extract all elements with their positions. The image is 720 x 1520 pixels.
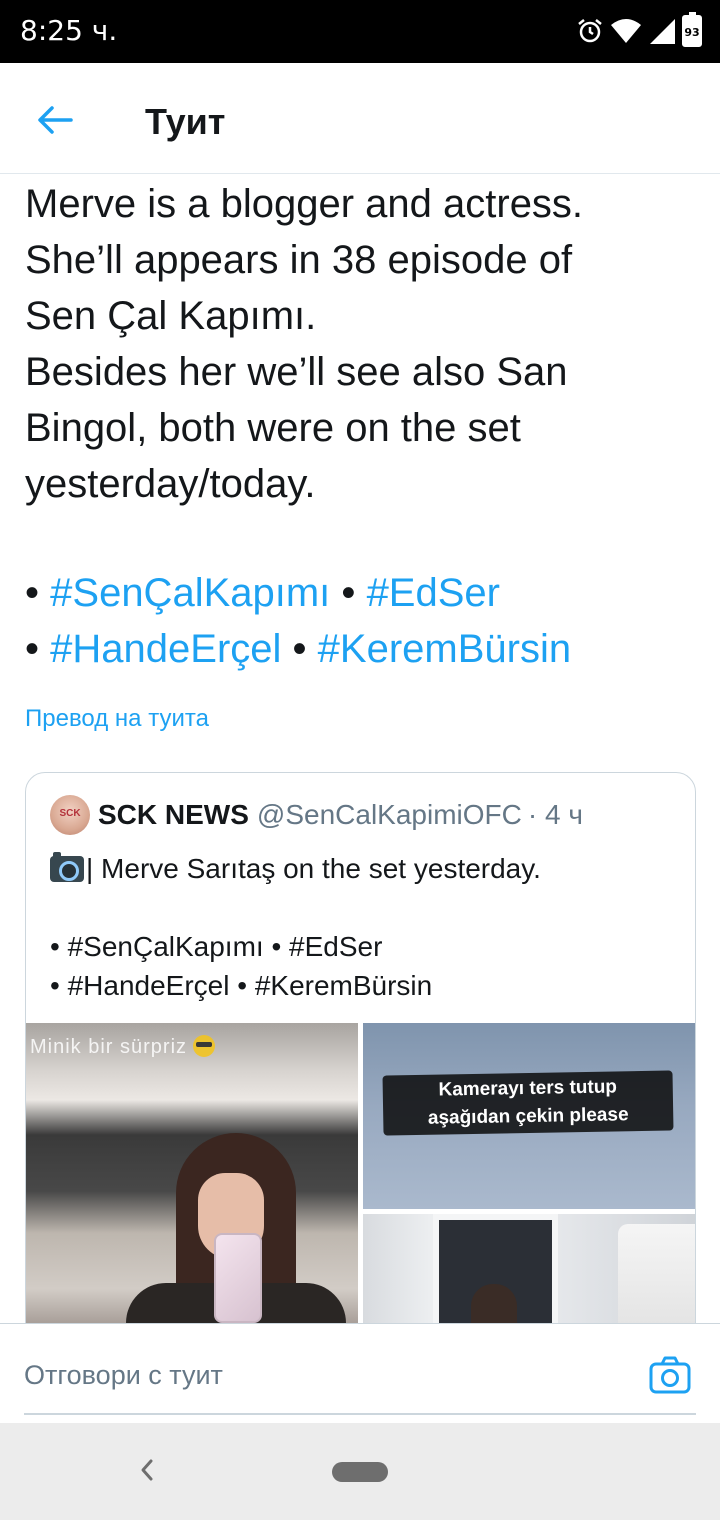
translate-tweet-link[interactable]: Превод на туита xyxy=(25,705,209,733)
tweet-text-line: She’ll appears in 38 episode of xyxy=(25,238,573,282)
system-navigation-bar xyxy=(0,1423,720,1520)
quoted-author-handle[interactable]: @SenCalKapimiOFC xyxy=(257,799,522,831)
status-time: 8:25 ч. xyxy=(20,14,118,47)
top-app-bar: Туит xyxy=(0,63,720,174)
reply-input-underline xyxy=(24,1413,696,1415)
quoted-hashtags-line: • #HandeErçel • #KeremBürsin xyxy=(50,970,433,1001)
avatar[interactable]: SCK xyxy=(50,795,90,835)
sunglasses-emoji-icon xyxy=(193,1035,216,1057)
page-title: Туит xyxy=(145,101,226,142)
quoted-tweet[interactable]: SCK SCK NEWS @SenCalKapimiOFC · 4 ч | Me… xyxy=(25,772,696,1372)
status-bar: 8:25 ч. 93 xyxy=(0,0,720,63)
image-caption: Minik bir sürpriz xyxy=(30,1035,216,1059)
bullet: • xyxy=(341,571,356,615)
hashtag-link[interactable]: #SenÇalKapımı xyxy=(50,571,330,615)
quoted-text: | Merve Sarıtaş on the set yesterday. xyxy=(86,853,541,884)
hashtag-link[interactable]: #KeremBürsin xyxy=(318,627,571,671)
tweet-hashtags: • #SenÇalKapımı • #EdSer • #HandeErçel •… xyxy=(25,565,705,677)
wifi-icon xyxy=(611,19,641,43)
tweet-body: Merve is a blogger and actress. She’ll a… xyxy=(25,176,705,512)
quoted-text-line: | Merve Sarıtaş on the set yesterday. xyxy=(50,849,680,888)
hashtag-line: • #HandeErçel • #KeremBürsin xyxy=(25,621,705,677)
quoted-author-name[interactable]: SCK NEWS xyxy=(98,799,249,831)
image-caption-text: Minik bir sürpriz xyxy=(30,1036,188,1058)
quoted-timestamp: · 4 ч xyxy=(527,799,583,830)
back-button[interactable] xyxy=(30,95,80,145)
camera-emoji-icon xyxy=(50,852,84,882)
battery-level: 93 xyxy=(684,26,700,39)
quoted-tweet-text: | Merve Sarıtaş on the set yesterday. • … xyxy=(50,849,680,1005)
media-image[interactable]: Minik bir sürpriz xyxy=(26,1023,358,1371)
arrow-left-icon xyxy=(38,106,73,134)
battery-icon: 93 xyxy=(682,12,702,47)
quoted-media-grid: Minik bir sürpriz Kamerayı ters tutup aş… xyxy=(26,1023,695,1371)
nav-back-button[interactable] xyxy=(132,1455,162,1485)
bullet: • xyxy=(25,627,40,671)
add-photo-button[interactable] xyxy=(648,1354,692,1398)
tweet-text-line: Besides her we’ll see also San xyxy=(25,350,568,394)
tweet-text-line: Merve is a blogger and actress. xyxy=(25,182,584,226)
status-icons: 93 xyxy=(576,12,702,48)
quoted-hashtags-line: • #SenÇalKapımı • #EdSer xyxy=(50,931,383,962)
photo-detail xyxy=(214,1233,262,1323)
quoted-text-spacer xyxy=(50,888,680,927)
chevron-left-icon xyxy=(141,1459,153,1481)
overlay-text-line: aşağıdan çekin please xyxy=(427,1104,629,1129)
hashtag-link[interactable]: #HandeErçel xyxy=(50,627,281,671)
reply-input[interactable]: Отговори с туит xyxy=(24,1360,223,1391)
media-image[interactable]: Kamerayı ters tutup aşağıdan çekin pleas… xyxy=(363,1023,695,1209)
bullet: • xyxy=(25,571,40,615)
camera-icon xyxy=(649,1356,691,1394)
quoted-tweet-header: SCK SCK NEWS @SenCalKapimiOFC · 4 ч xyxy=(50,795,583,835)
alarm-icon xyxy=(578,19,602,43)
image-text-overlay: Kamerayı ters tutup aşağıdan çekin pleas… xyxy=(382,1070,674,1136)
hashtag-link[interactable]: #EdSer xyxy=(367,571,500,615)
avatar-text: SCK xyxy=(59,808,81,819)
signal-icon xyxy=(650,19,675,44)
bullet: • xyxy=(292,627,307,671)
reply-composer: Отговори с туит xyxy=(0,1323,720,1423)
tweet-text-line: Sen Çal Kapımı. xyxy=(25,294,317,338)
tweet-text-line: Bingol, both were on the set xyxy=(25,406,521,450)
nav-home-pill[interactable] xyxy=(332,1462,388,1482)
tweet-text-line: yesterday/today. xyxy=(25,462,316,506)
hashtag-line: • #SenÇalKapımı • #EdSer xyxy=(25,565,705,621)
